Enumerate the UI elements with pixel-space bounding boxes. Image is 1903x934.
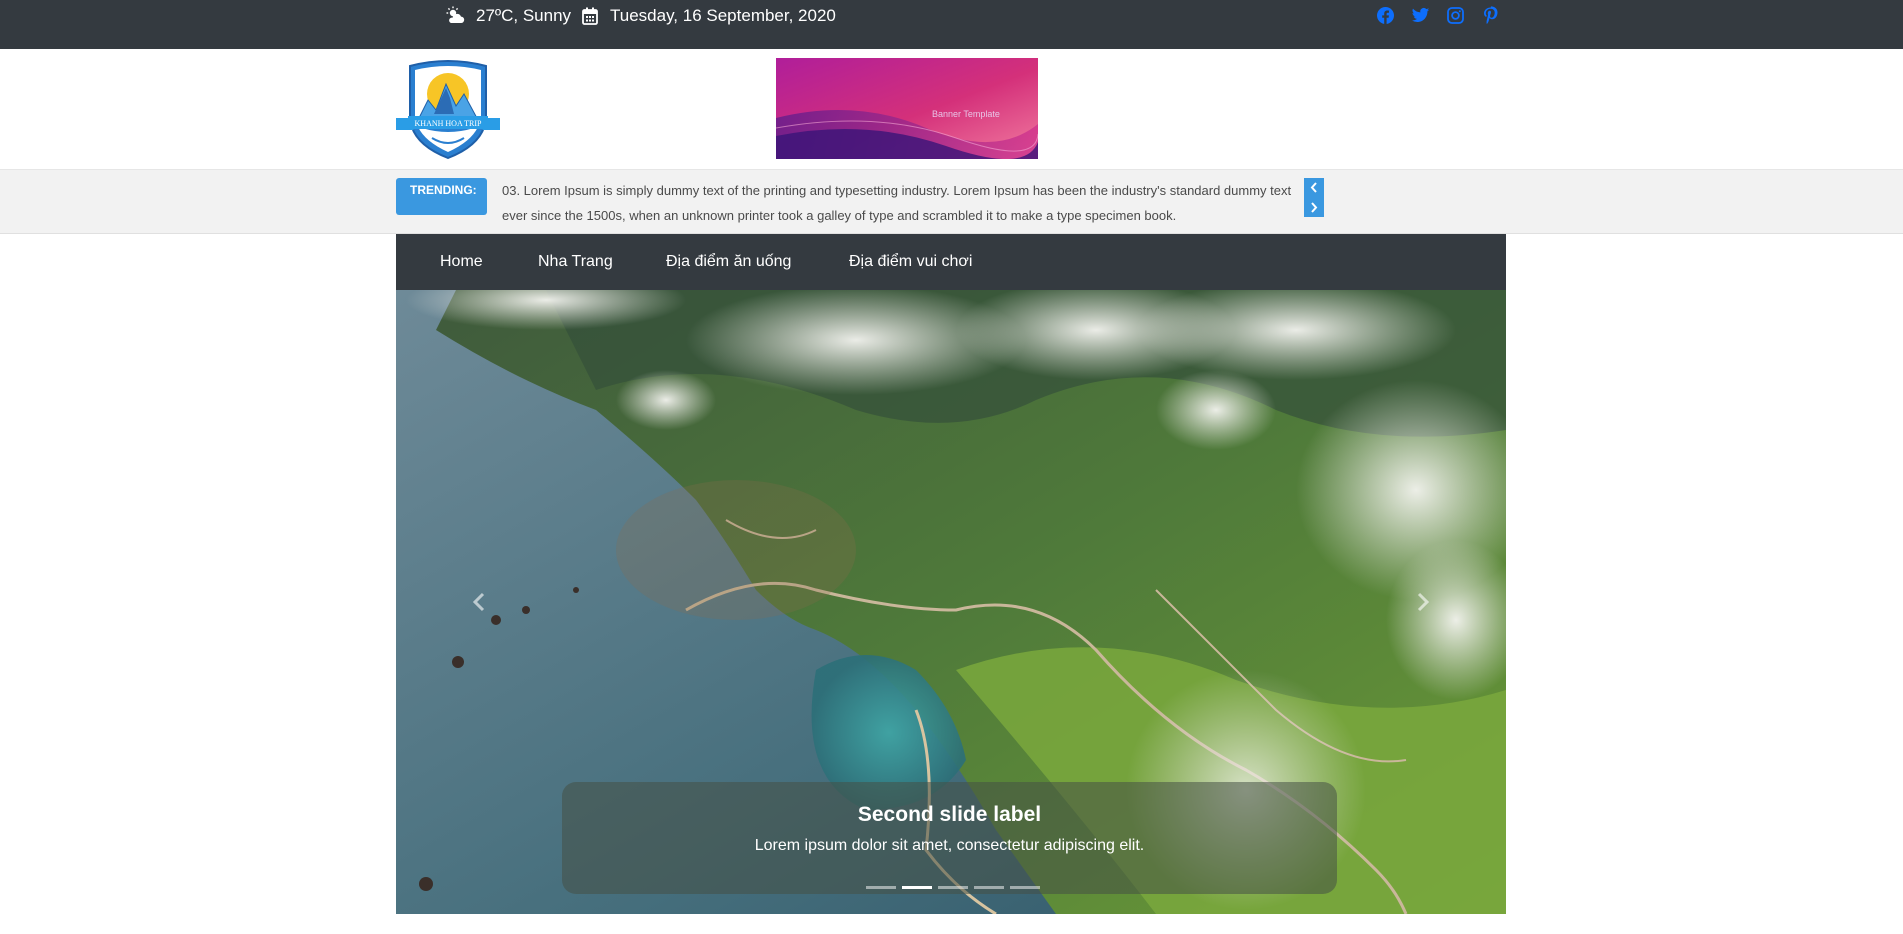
instagram-icon[interactable] [1446, 6, 1465, 25]
main-nav: Home Nha Trang Địa điểm ăn uống Địa điểm… [396, 234, 1506, 290]
slide-title: Second slide label [857, 803, 1042, 826]
nav-item-home[interactable]: Home [440, 253, 483, 271]
banner-text: Banner Template [932, 109, 1000, 119]
date-info: Tuesday, 16 September, 2020 [580, 6, 836, 26]
trending-ticker-text[interactable]: 03. Lorem Ipsum is simply dummy text of … [502, 178, 1303, 228]
weather-text: 27ºC, Sunny [476, 6, 572, 25]
carousel-indicator[interactable] [938, 886, 968, 889]
carousel-next-button[interactable] [1410, 590, 1434, 614]
logo-text: KHANH HOA TRIP [415, 119, 483, 128]
carousel-indicators [866, 886, 1040, 889]
pinterest-icon[interactable] [1481, 6, 1500, 25]
top-bar: 27ºC, Sunny Tuesday, 16 September, 2020 [0, 0, 1903, 49]
trending-nav [1304, 178, 1324, 217]
site-logo[interactable]: KHANH HOA TRIP [394, 58, 502, 160]
carousel-prev-button[interactable] [468, 590, 492, 614]
header-banner[interactable]: Banner Template [776, 58, 1038, 159]
carousel-indicator[interactable] [974, 886, 1004, 889]
carousel-indicator[interactable] [1010, 886, 1040, 889]
date-text: Tuesday, 16 September, 2020 [610, 6, 836, 25]
chevron-right-icon[interactable] [1304, 198, 1324, 217]
image-carousel: Second slide label Lorem ipsum dolor sit… [396, 290, 1506, 914]
carousel-indicator-active[interactable] [902, 886, 932, 889]
facebook-icon[interactable] [1376, 6, 1395, 25]
slide-caption: Second slide label Lorem ipsum dolor sit… [562, 782, 1337, 894]
social-links [1376, 6, 1500, 25]
nav-item-entertainment[interactable]: Địa điểm vui chơi [849, 253, 972, 271]
trending-label: TRENDING: [396, 178, 487, 215]
twitter-icon[interactable] [1411, 6, 1430, 25]
chevron-left-icon[interactable] [1304, 178, 1324, 197]
calendar-icon [580, 6, 600, 26]
nav-item-dining[interactable]: Địa điểm ăn uống [666, 253, 791, 271]
nav-item-nha-trang[interactable]: Nha Trang [538, 253, 613, 271]
carousel-indicator[interactable] [866, 886, 896, 889]
cloud-sun-icon [446, 6, 466, 26]
slide-description: Lorem ipsum dolor sit amet, consectetur … [754, 837, 1145, 854]
weather-info: 27ºC, Sunny [446, 6, 571, 26]
